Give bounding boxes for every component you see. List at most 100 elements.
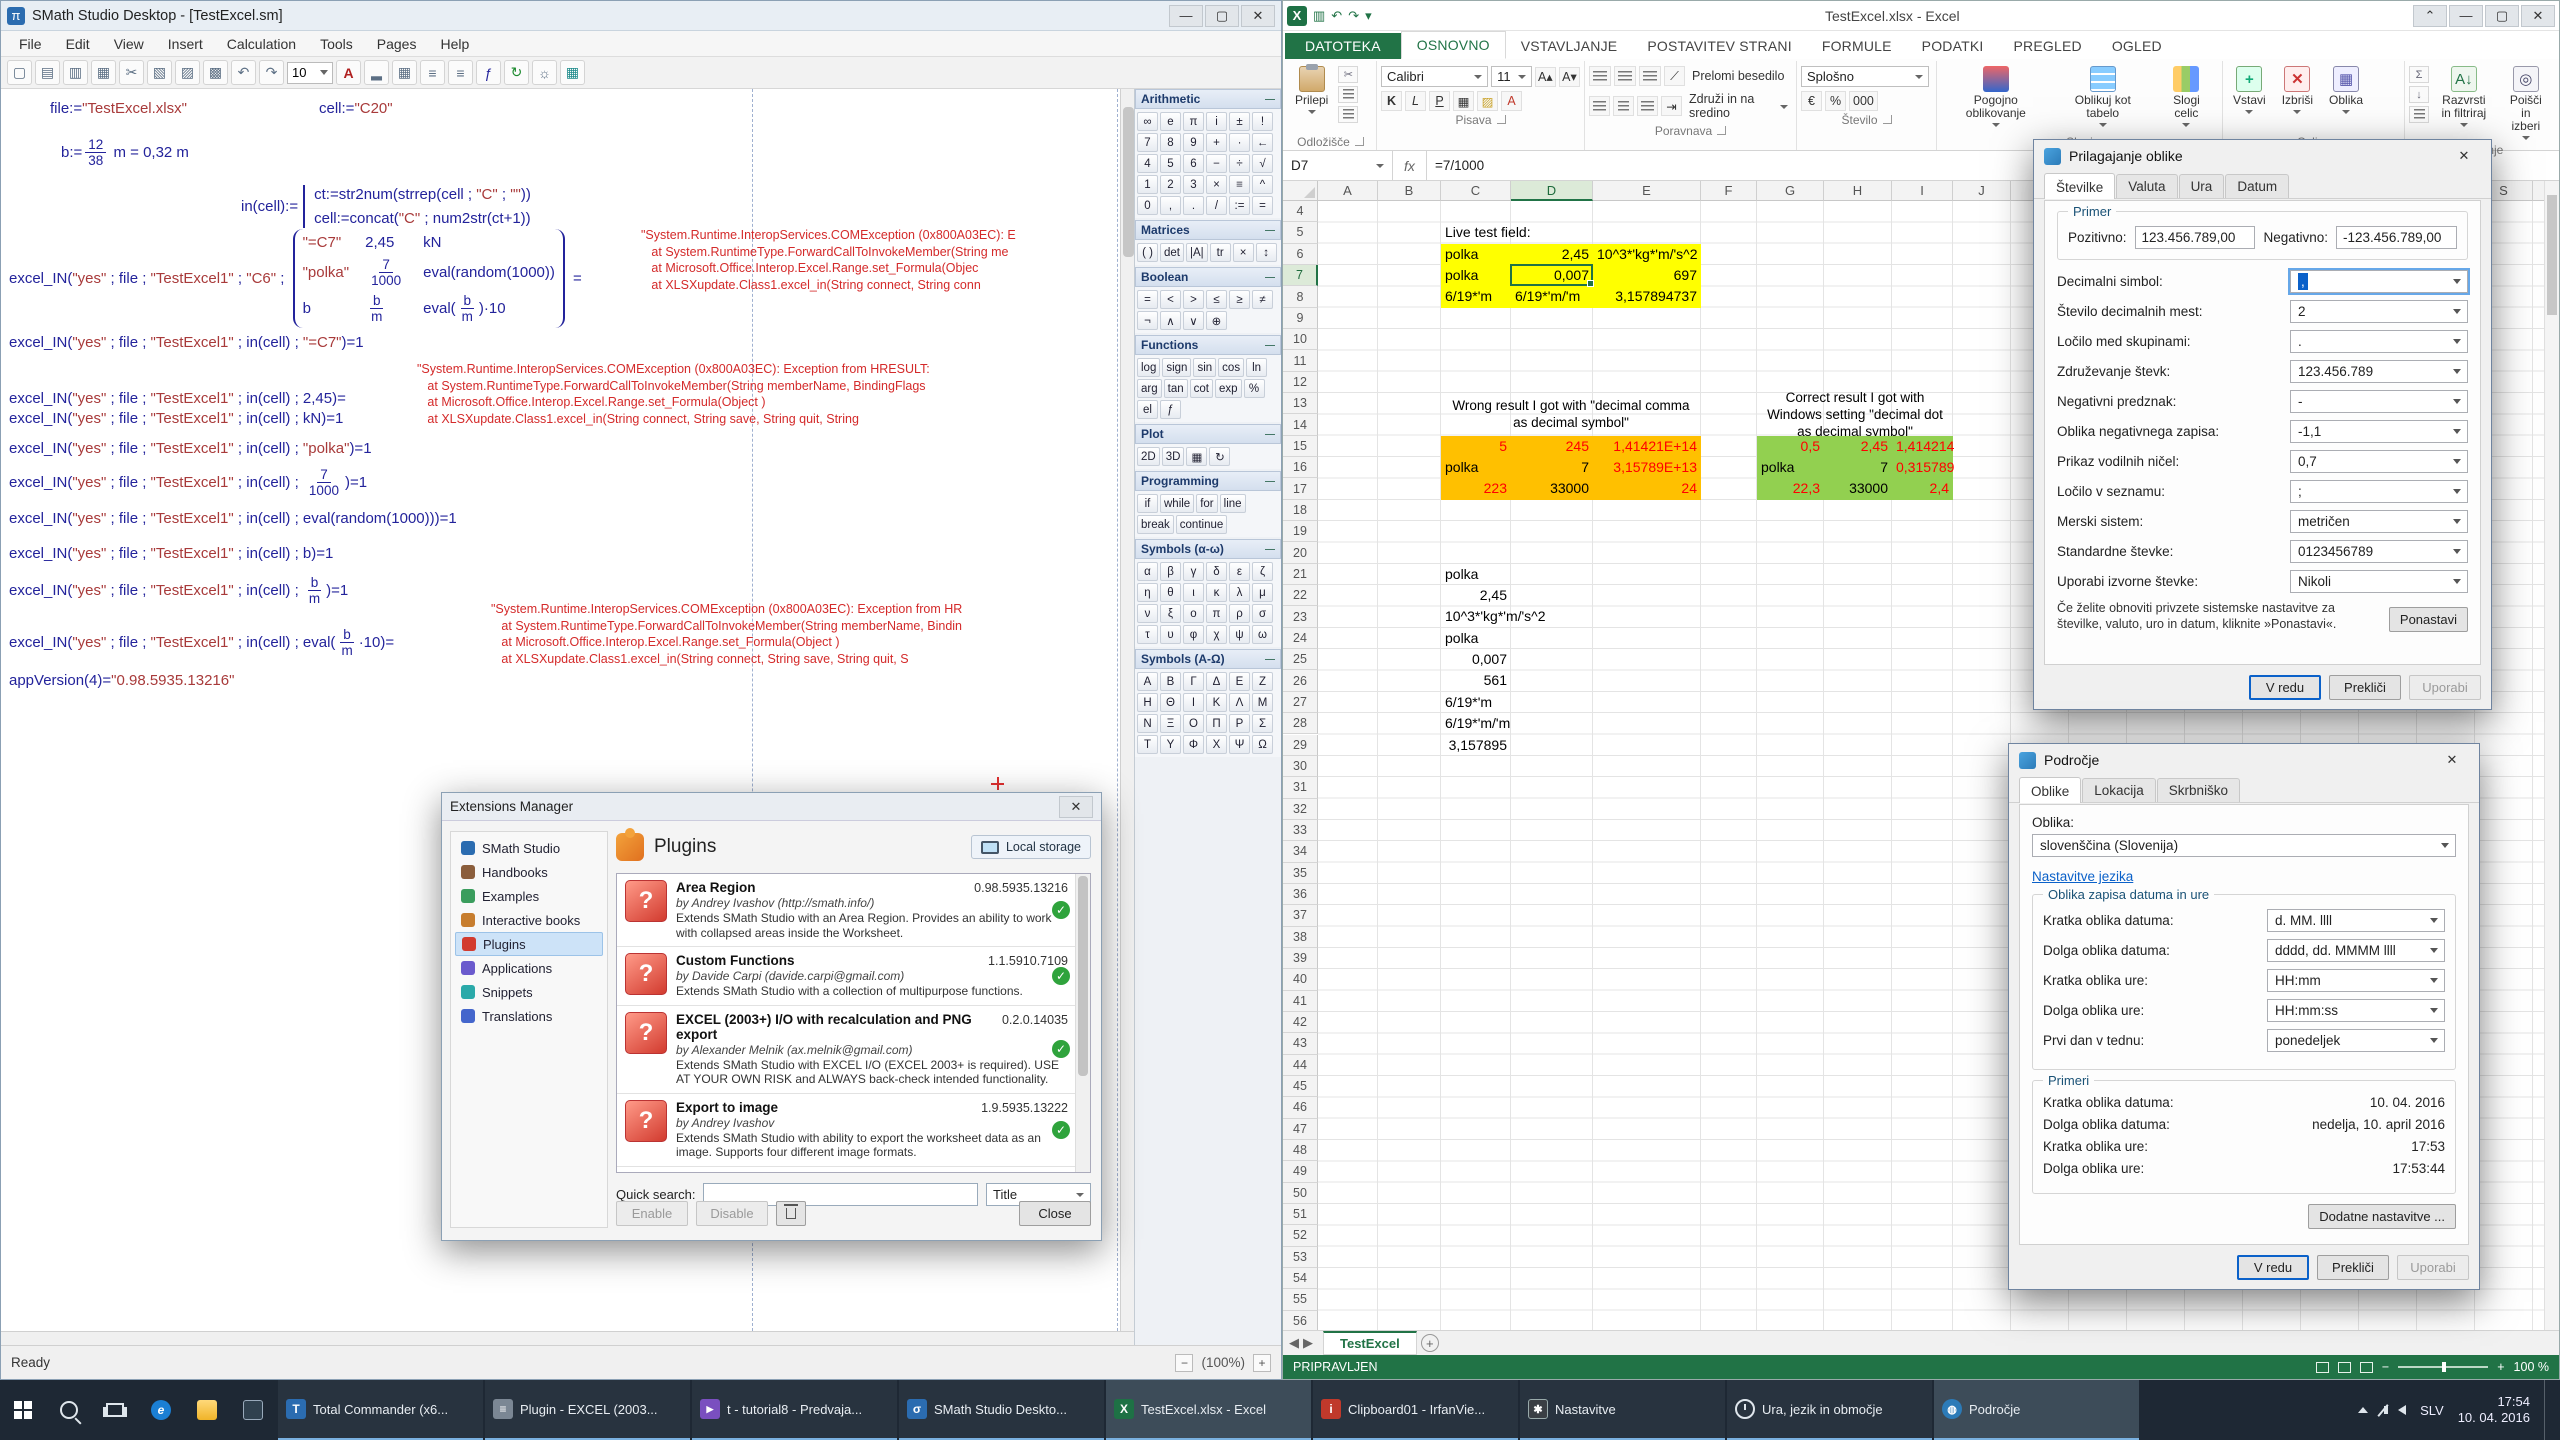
row-header-10[interactable]: 10 — [1283, 329, 1318, 350]
cell-C21[interactable]: polka — [1441, 564, 1511, 585]
palette-button[interactable]: π — [1206, 604, 1227, 623]
palette-button[interactable]: Χ — [1206, 735, 1227, 754]
language-indicator[interactable]: SLV — [2420, 1403, 2444, 1418]
palette-header[interactable]: Symbols (α-ω)— — [1135, 539, 1281, 559]
speaker-icon[interactable] — [2398, 1405, 2406, 1415]
tab-skrbni-ko[interactable]: Skrbniško — [2157, 778, 2240, 802]
cell-E17[interactable]: 24 — [1593, 478, 1701, 499]
font-dialog-launcher[interactable] — [1497, 115, 1506, 124]
cancel-button[interactable]: Prekliči — [2317, 1255, 2389, 1280]
palette-button[interactable]: if — [1137, 494, 1158, 513]
palette-button[interactable]: ∨ — [1183, 311, 1204, 330]
palette-button[interactable]: ψ — [1229, 625, 1250, 644]
row-header-12[interactable]: 12 — [1283, 372, 1318, 393]
normal-view-icon[interactable] — [2316, 1362, 2329, 1373]
cell-H16[interactable]: 7 — [1824, 457, 1892, 478]
palette-button[interactable]: ζ — [1252, 562, 1273, 581]
align-left-icon[interactable] — [1589, 96, 1610, 116]
math-expression[interactable]: excel_IN("yes" ; file ; "TestExcel1" ; i… — [9, 509, 457, 528]
preview-button[interactable]: ▩ — [203, 60, 228, 85]
palette-button[interactable]: Σ — [1252, 714, 1273, 733]
row-header-39[interactable]: 39 — [1283, 948, 1318, 969]
column-header-H[interactable]: H — [1824, 181, 1892, 201]
palette-button[interactable]: exp — [1215, 379, 1242, 398]
math-expression[interactable]: "System.Runtime.InteropServices.COMExcep… — [641, 227, 1016, 293]
palette-button[interactable]: ν — [1137, 604, 1158, 623]
orientation-icon[interactable]: ⟋ — [1664, 66, 1685, 86]
menu-help[interactable]: Help — [428, 31, 481, 56]
row-header-33[interactable]: 33 — [1283, 820, 1318, 841]
palette-button[interactable]: 0 — [1137, 196, 1158, 215]
tab-ura[interactable]: Ura — [2179, 174, 2225, 198]
font-name-combo[interactable]: Calibri — [1381, 66, 1488, 87]
palette-button[interactable]: χ — [1206, 625, 1227, 644]
excel-vertical-scrollbar[interactable] — [2544, 181, 2559, 1338]
row-header-8[interactable]: 8 — [1283, 286, 1318, 307]
conditional-formatting-button[interactable]: Pogojno oblikovanje — [1941, 63, 2051, 130]
row-header-43[interactable]: 43 — [1283, 1033, 1318, 1054]
align-middle-icon[interactable] — [1614, 66, 1636, 86]
cell-C5[interactable]: Live test field: — [1441, 222, 1511, 243]
palette-button[interactable]: Θ — [1160, 693, 1181, 712]
palette-button[interactable]: ▦ — [1186, 447, 1207, 466]
nav-applications[interactable]: Applications — [455, 956, 603, 980]
menu-tools[interactable]: Tools — [308, 31, 365, 56]
print-button[interactable]: ▦ — [91, 60, 116, 85]
row-header-52[interactable]: 52 — [1283, 1225, 1318, 1246]
palette-button[interactable]: Λ — [1229, 693, 1250, 712]
combo-oblika-negativnega-zapisa[interactable]: -1,1 — [2290, 420, 2468, 443]
palette-button[interactable]: Π — [1206, 714, 1227, 733]
palette-button[interactable]: Γ — [1183, 672, 1204, 691]
merge-center-button[interactable]: Združi in na sredino — [1685, 90, 1792, 122]
tray-clock[interactable]: 17:54 10. 04. 2016 — [2458, 1394, 2530, 1426]
column-header-C[interactable]: C — [1441, 181, 1511, 201]
palette-button[interactable]: Ρ — [1229, 714, 1250, 733]
palette-button[interactable]: ÷ — [1229, 154, 1250, 173]
palette-button[interactable]: % — [1244, 379, 1265, 398]
format-painter-icon[interactable] — [1338, 106, 1358, 123]
combo-kratka-oblika-datuma[interactable]: d. MM. llll — [2267, 909, 2445, 932]
cell-C27[interactable]: 6/19*'m — [1441, 692, 1511, 713]
bold-button[interactable]: K — [1381, 91, 1402, 111]
region-dialog-titlebar[interactable]: Področje ✕ — [2009, 744, 2479, 776]
cell-C22[interactable]: 2,45 — [1441, 585, 1511, 606]
clipboard-dialog-launcher[interactable] — [1355, 137, 1364, 146]
tab-valuta[interactable]: Valuta — [2116, 174, 2177, 198]
math-expression[interactable]: "System.Runtime.InteropServices.COMExcep… — [417, 361, 930, 427]
cell-G16[interactable]: polka — [1757, 457, 1824, 478]
palette-button[interactable]: × — [1206, 175, 1227, 194]
palette-button[interactable]: τ — [1137, 625, 1158, 644]
menu-edit[interactable]: Edit — [54, 31, 102, 56]
palette-button[interactable]: Φ — [1183, 735, 1204, 754]
combo-uporabi-izvorne-tevke[interactable]: Nikoli — [2290, 570, 2468, 593]
tab-lokacija[interactable]: Lokacija — [2082, 778, 2156, 802]
row-header-38[interactable]: 38 — [1283, 927, 1318, 948]
palette-button[interactable]: θ — [1160, 583, 1181, 602]
cell-D6[interactable]: 2,45 — [1511, 244, 1593, 265]
combo-tevilo-decimalnih-mest[interactable]: 2 — [2290, 300, 2468, 323]
align-center-button[interactable]: ≡ — [448, 60, 473, 85]
row-header-20[interactable]: 20 — [1283, 542, 1318, 563]
maximize-button[interactable]: ▢ — [2485, 5, 2519, 27]
palette-button[interactable]: ≤ — [1206, 290, 1227, 309]
storage-selector[interactable]: Local storage — [971, 835, 1091, 859]
row-header-56[interactable]: 56 — [1283, 1311, 1318, 1332]
row-header-42[interactable]: 42 — [1283, 1012, 1318, 1033]
close-button[interactable]: ✕ — [2447, 144, 2481, 168]
column-header-I[interactable]: I — [1892, 181, 1953, 201]
ok-button[interactable]: V redu — [2237, 1255, 2309, 1280]
undo-icon[interactable]: ↶ — [1331, 8, 1342, 24]
column-header-F[interactable]: F — [1701, 181, 1757, 201]
row-header-26[interactable]: 26 — [1283, 670, 1318, 691]
math-expression[interactable]: in(cell):=ct:=str2num(strrep(cell ; "C" … — [241, 185, 531, 228]
palette-button[interactable]: continue — [1176, 515, 1227, 534]
collapse-icon[interactable]: — — [1265, 654, 1275, 665]
cell-C17[interactable]: 223 — [1441, 478, 1511, 499]
palette-button[interactable]: ξ — [1160, 604, 1181, 623]
cell-E16[interactable]: 3,15789E+13 — [1593, 457, 1701, 478]
cell-C28[interactable]: 6/19*'m/'m — [1441, 713, 1511, 734]
tab-postavitev-strani[interactable]: POSTAVITEV STRANI — [1632, 33, 1806, 59]
row-header-29[interactable]: 29 — [1283, 735, 1318, 756]
menu-calculation[interactable]: Calculation — [215, 31, 308, 56]
collapse-icon[interactable]: — — [1265, 429, 1275, 440]
